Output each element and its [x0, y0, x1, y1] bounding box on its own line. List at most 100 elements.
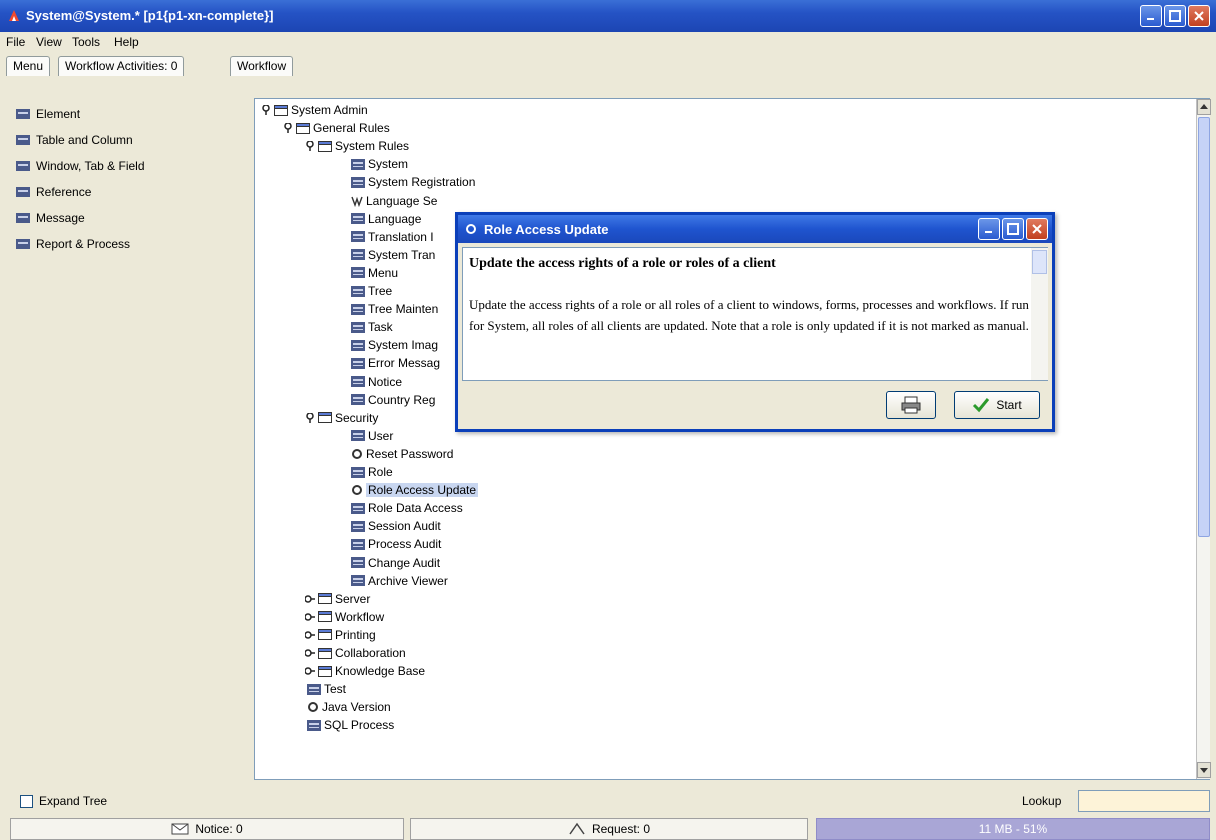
window-title-bar[interactable]: System@System.* [p1{p1-xn-complete}]: [0, 0, 1216, 32]
tree-node-label: Menu: [368, 265, 399, 280]
window-node-icon: [351, 267, 365, 279]
tree-node-security[interactable]: Security: [305, 409, 378, 427]
left-item-element[interactable]: Element: [16, 104, 80, 124]
print-button[interactable]: [886, 391, 936, 419]
tree-node-test[interactable]: Test: [307, 680, 346, 698]
tree-node-archive-viewer[interactable]: Archive Viewer: [351, 572, 448, 590]
tree-node-role-access-update[interactable]: Role Access Update: [351, 481, 479, 499]
tree-node-error-messag[interactable]: Error Messag: [351, 354, 440, 372]
dialog-close-button[interactable]: [1026, 218, 1048, 240]
dialog-description: Update the access rights of a role or al…: [469, 297, 1029, 333]
dialog-minimize-button[interactable]: [978, 218, 1000, 240]
request-status[interactable]: Request: 0: [410, 818, 808, 840]
lookup-input[interactable]: [1078, 790, 1210, 812]
tree-node-system-registration[interactable]: System Registration: [351, 173, 475, 191]
left-item-window-tab-field[interactable]: Window, Tab & Field: [16, 156, 145, 176]
minimize-button[interactable]: [1140, 5, 1162, 27]
scroll-up-arrow[interactable]: [1197, 99, 1211, 115]
collapse-handle-icon[interactable]: [305, 412, 315, 423]
collapse-handle-icon[interactable]: [261, 105, 271, 115]
expand-handle-icon[interactable]: [305, 630, 315, 640]
tree-node-menu[interactable]: Menu: [351, 264, 398, 282]
tree-node-server[interactable]: Server: [305, 590, 370, 608]
process-icon: [466, 224, 476, 234]
window-node-icon: [16, 109, 30, 119]
tree-node-label: Language: [368, 211, 422, 226]
dialog-buttons: Start: [458, 385, 1052, 429]
tree-node-label: Role Data Access: [368, 501, 463, 516]
left-item-reference[interactable]: Reference: [16, 182, 91, 202]
collapse-handle-icon[interactable]: [283, 123, 293, 134]
tree-node-process-audit[interactable]: Process Audit: [351, 535, 441, 553]
maximize-button[interactable]: [1164, 5, 1186, 27]
tree-node-label: System Tran: [368, 247, 436, 262]
tree-node-system-admin[interactable]: System Admin: [261, 101, 368, 119]
tree-node-collaboration[interactable]: Collaboration: [305, 644, 406, 662]
tree-node-language[interactable]: Language: [351, 210, 421, 228]
memory-status[interactable]: 11 MB - 51%: [816, 818, 1210, 840]
tree-node-label: Translation I: [368, 229, 434, 244]
scroll-thumb[interactable]: [1032, 250, 1047, 274]
dialog-description-area[interactable]: Update the access rights of a role or ro…: [462, 247, 1048, 381]
start-button[interactable]: Start: [954, 391, 1040, 419]
tree-node-general-rules[interactable]: General Rules: [283, 119, 390, 137]
dialog-maximize-button[interactable]: [1002, 218, 1024, 240]
tree-node-tree[interactable]: Tree: [351, 282, 392, 300]
tree-node-language-se[interactable]: Language Se: [351, 192, 437, 210]
tab-menu[interactable]: Menu: [6, 56, 51, 76]
collapse-handle-icon[interactable]: [305, 141, 315, 152]
tree-node-workflow[interactable]: Workflow: [305, 608, 384, 626]
close-button[interactable]: [1188, 5, 1210, 27]
tree-node-sql-process[interactable]: SQL Process: [307, 716, 394, 734]
tree-scrollbar[interactable]: [1196, 99, 1211, 779]
tree-node-session-audit[interactable]: Session Audit: [351, 517, 441, 535]
menu-tree[interactable]: System Admin General Rules System Rules Sys…: [254, 98, 1210, 780]
tree-node-label: Error Messag: [368, 356, 441, 371]
tree-node-change-audit[interactable]: Change Audit: [351, 554, 440, 572]
menu-tools[interactable]: Tools: [72, 35, 100, 49]
left-item-report-process[interactable]: Report & Process: [16, 234, 130, 254]
tree-node-task[interactable]: Task: [351, 318, 393, 336]
folder-icon: [318, 140, 332, 152]
tree-node-tree-mainten[interactable]: Tree Mainten: [351, 300, 438, 318]
dialog-title-bar[interactable]: Role Access Update: [458, 215, 1052, 243]
menu-file[interactable]: File: [6, 35, 25, 49]
scroll-down-arrow[interactable]: [1197, 762, 1211, 778]
tree-node-translation-i[interactable]: Translation I: [351, 228, 434, 246]
tree-node-system-tran[interactable]: System Tran: [351, 246, 435, 264]
tree-node-label: Server: [335, 591, 371, 606]
tree-node-java-version[interactable]: Java Version: [307, 698, 391, 716]
folder-icon: [296, 122, 310, 134]
menu-view[interactable]: View: [36, 35, 62, 49]
tree-node-notice[interactable]: Notice: [351, 373, 402, 391]
tab-workflow-activities[interactable]: Workflow Activities: 0: [58, 56, 185, 76]
tree-node-system-imag[interactable]: System Imag: [351, 336, 438, 354]
dialog-scrollbar[interactable]: [1031, 248, 1048, 380]
menu-help[interactable]: Help: [114, 35, 139, 49]
tree-node-role-data-access[interactable]: Role Data Access: [351, 499, 463, 517]
expand-handle-icon[interactable]: [305, 594, 315, 604]
expand-handle-icon[interactable]: [305, 612, 315, 622]
tree-node-country-reg[interactable]: Country Reg: [351, 391, 435, 409]
tab-workflow[interactable]: Workflow: [230, 56, 294, 76]
tree-node-role[interactable]: Role: [351, 463, 393, 481]
tree-node-user[interactable]: User: [351, 427, 393, 445]
scroll-thumb[interactable]: [1198, 117, 1210, 537]
folder-icon: [318, 629, 332, 641]
tree-node-printing[interactable]: Printing: [305, 626, 376, 644]
expand-handle-icon[interactable]: [305, 648, 315, 658]
checkbox[interactable]: [20, 794, 33, 808]
notice-icon: [171, 823, 189, 835]
notice-status[interactable]: Notice: 0: [10, 818, 404, 840]
status-bar: Notice: 0 Request: 0 11 MB - 51%: [0, 816, 1216, 840]
window-node-icon: [351, 303, 365, 315]
lookup-label: Lookup: [1022, 794, 1062, 808]
tree-node-system[interactable]: System: [351, 155, 408, 173]
tree-node-system-rules[interactable]: System Rules: [305, 137, 409, 155]
tree-node-reset-password[interactable]: Reset Password: [351, 445, 453, 463]
expand-tree-checkbox[interactable]: Expand Tree: [20, 794, 107, 808]
tree-node-knowledge-base[interactable]: Knowledge Base: [305, 662, 425, 680]
left-item-table-and-column[interactable]: Table and Column: [16, 130, 133, 150]
expand-handle-icon[interactable]: [305, 666, 315, 676]
left-item-message[interactable]: Message: [16, 208, 85, 228]
